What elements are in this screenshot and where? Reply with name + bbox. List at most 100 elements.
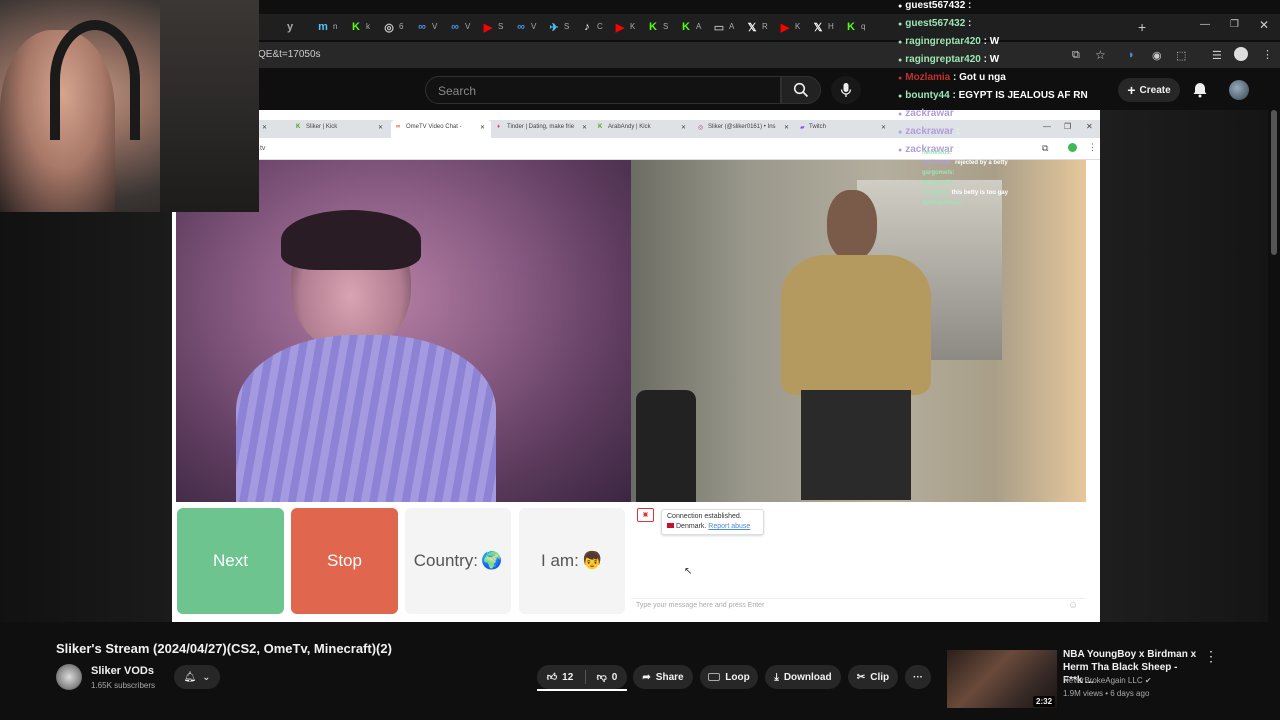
browser-tab-label[interactable]: V (531, 20, 536, 34)
browser-tab-icon[interactable]: K (843, 20, 859, 34)
inner-tab[interactable]: Twitch (809, 124, 826, 130)
inner-address-bar[interactable] (258, 138, 1100, 160)
search-input[interactable]: Search (425, 76, 781, 104)
inner-extension-icon[interactable] (1068, 143, 1077, 152)
chat-message: ● ragingreptar420 : W (898, 36, 999, 47)
download-button[interactable]: ⤓ Download (765, 665, 841, 689)
browser-tab-label[interactable]: 6 (399, 20, 403, 34)
new-tab-icon[interactable]: + (1138, 19, 1146, 35)
inner-close-icon[interactable]: ✕ (1086, 122, 1093, 131)
browser-tab-icon[interactable]: ∞ (414, 20, 430, 34)
address-bar[interactable] (258, 42, 1280, 68)
minimize-icon[interactable]: — (1200, 19, 1210, 30)
inner-minimize-icon[interactable]: — (1043, 122, 1051, 131)
inner-tab-close-icon[interactable]: ✕ (784, 124, 789, 131)
search-button[interactable] (781, 76, 821, 104)
inner-tab-close-icon[interactable]: ✕ (480, 124, 485, 131)
browser-tab-label[interactable]: H (828, 20, 834, 34)
browser-tab-icon[interactable]: K (348, 20, 364, 34)
more-actions-button[interactable]: ··· (905, 665, 931, 689)
browser-menu-icon[interactable]: ⋮ (1262, 48, 1273, 61)
browser-tab-icon[interactable]: 𝕏 (810, 20, 826, 34)
browser-tab-icon[interactable]: ◎ (381, 20, 397, 34)
browser-tab-icon[interactable]: ∞ (447, 20, 463, 34)
puzzle-extensions-icon[interactable]: ⬚ (1176, 49, 1186, 62)
channel-name[interactable]: Sliker VODs (91, 665, 154, 677)
inner-tab-close-icon[interactable]: ✕ (681, 124, 686, 131)
browser-tab-label[interactable]: C (597, 20, 603, 34)
recommended-menu-icon[interactable]: ⋮ (1204, 648, 1218, 665)
browser-tab-label[interactable]: k (366, 20, 370, 34)
chair (636, 390, 696, 502)
browser-tab-icon[interactable]: m (315, 20, 331, 34)
browser-tab-label[interactable]: A (729, 20, 734, 34)
browser-tab-icon[interactable]: y (282, 20, 298, 34)
recommended-channel[interactable]: NeverBrokeAgain LLC ✔ (1063, 676, 1152, 685)
browser-tab-icon[interactable]: ▶ (612, 20, 628, 34)
subscribed-bell-button[interactable]: 🔔︎ ⌄ (174, 665, 220, 689)
inner-tab-close-icon[interactable]: ✕ (582, 124, 587, 131)
inner-maximize-icon[interactable]: ❐ (1064, 122, 1071, 131)
inner-tab[interactable]: Tinder | Dating, make frie (507, 124, 574, 130)
voice-search-button[interactable] (831, 76, 861, 104)
browser-tab-label[interactable]: S (564, 20, 569, 34)
browser-tab-label[interactable]: A (696, 20, 701, 34)
browser-tab-label[interactable]: V (465, 20, 470, 34)
browser-tab-label[interactable]: R (762, 20, 768, 34)
inner-tab-close-icon[interactable]: ✕ (262, 124, 267, 131)
country-selector[interactable]: Country: 🌍 (405, 508, 511, 614)
reading-list-icon[interactable]: ☰ (1212, 49, 1222, 62)
address-url[interactable]: QE&t=17050s (258, 49, 321, 60)
page-scrollbar[interactable] (1271, 110, 1277, 255)
chat-username: bounty44 (905, 90, 950, 101)
loop-button[interactable]: Loop (700, 665, 758, 689)
inner-url[interactable]: .tv (258, 145, 265, 152)
create-button[interactable]: + Create (1118, 78, 1180, 102)
report-abuse-link[interactable]: Report abuse (708, 523, 750, 530)
browser-tab-icon[interactable]: ▭ (711, 20, 727, 34)
browser-tab-icon[interactable]: ♪ (579, 20, 595, 34)
next-button[interactable]: Next (177, 508, 284, 614)
inner-tab[interactable]: Sliker (@sliker0161) • Ins (708, 124, 776, 130)
divider (585, 670, 586, 684)
gender-selector[interactable]: I am: 👦 (519, 508, 625, 614)
inner-tab[interactable]: Sliker | Kick (306, 124, 337, 130)
notifications-button[interactable] (1192, 80, 1210, 100)
browser-tab-icon[interactable]: ▶ (480, 20, 496, 34)
inner-extension-icon[interactable]: ⧉ (1042, 143, 1048, 154)
clip-button[interactable]: ✂ Clip (848, 665, 898, 689)
browser-tab-label[interactable]: K (795, 20, 800, 34)
browser-tab-icon[interactable]: K (645, 20, 661, 34)
share-button[interactable]: ➦ Share (633, 665, 693, 689)
account-avatar[interactable] (1229, 80, 1249, 100)
message-input[interactable]: Type your message here and press Enter (636, 602, 764, 609)
inner-tab[interactable]: ArabAndy | Kick (608, 124, 651, 130)
emoji-icon[interactable]: ☺ (1068, 600, 1078, 611)
inner-tab-close-icon[interactable]: ✕ (881, 124, 886, 131)
browser-tab-label[interactable]: S (498, 20, 503, 34)
extension-icon[interactable]: ◉ (1152, 49, 1162, 62)
dislike-button[interactable]: 👎︎ 0 (587, 665, 627, 689)
profile-avatar-icon[interactable] (1234, 47, 1248, 61)
browser-tab-icon[interactable]: ▶ (777, 20, 793, 34)
channel-avatar[interactable] (56, 664, 82, 690)
install-app-icon[interactable]: ⧉ (1072, 49, 1080, 62)
inner-tab-close-icon[interactable]: ✕ (378, 124, 383, 131)
bookmark-star-icon[interactable]: ☆ (1095, 48, 1106, 62)
browser-tab-label[interactable]: S (663, 20, 668, 34)
maximize-icon[interactable]: ❐ (1230, 19, 1239, 30)
browser-tab-label[interactable]: n (333, 20, 337, 34)
browser-tab-icon[interactable]: ∞ (513, 20, 529, 34)
browser-tab-label[interactable]: q (861, 20, 865, 34)
like-button[interactable]: 👍︎ 12 (537, 665, 583, 689)
close-window-icon[interactable]: ✕ (1259, 18, 1269, 32)
browser-tab-icon[interactable]: K (678, 20, 694, 34)
stop-button[interactable]: Stop (291, 508, 398, 614)
browser-tab-icon[interactable]: ✈ (546, 20, 562, 34)
browser-tab-label[interactable]: K (630, 20, 635, 34)
inner-menu-icon[interactable]: ⋮ (1088, 142, 1097, 153)
browser-tab-icon[interactable]: 𝕏 (744, 20, 760, 34)
inner-tab[interactable]: OmeTV Video Chat - (406, 124, 462, 130)
extension-icon[interactable]: ◗ (1128, 49, 1135, 61)
browser-tab-label[interactable]: V (432, 20, 437, 34)
